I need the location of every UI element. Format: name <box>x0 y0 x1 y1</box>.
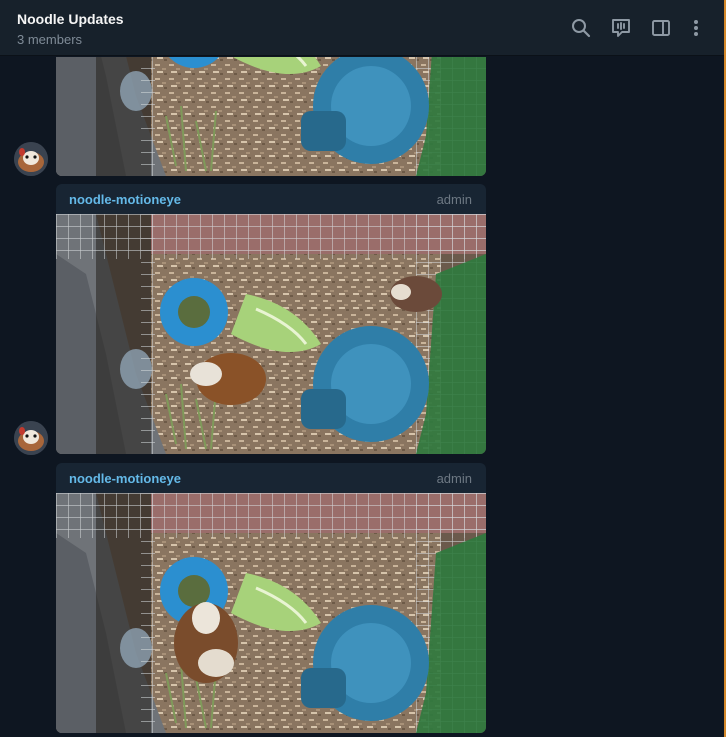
role-badge: admin <box>436 192 472 207</box>
chat-title[interactable]: Noodle Updates <box>17 11 124 27</box>
search-button[interactable] <box>567 14 595 42</box>
message-header: noodle-motioneye admin <box>56 184 486 214</box>
chat-header: Noodle Updates 3 members <box>0 0 724 56</box>
guinea-pig-avatar-icon <box>14 421 48 455</box>
camera-snapshot-image[interactable] <box>56 57 486 176</box>
avatar[interactable] <box>14 421 48 455</box>
message-bubble[interactable]: noodle-motioneye admin <box>56 184 486 454</box>
search-icon <box>572 19 591 38</box>
message-bubble[interactable]: noodle-motioneye admin <box>56 463 486 733</box>
camera-snapshot-image[interactable] <box>56 214 486 454</box>
camera-snapshot-image[interactable] <box>56 493 486 733</box>
message-bubble[interactable] <box>56 57 486 176</box>
message-header: noodle-motioneye admin <box>56 463 486 493</box>
sender-name[interactable]: noodle-motioneye <box>69 471 181 486</box>
guinea-pig-avatar-icon <box>14 142 48 176</box>
more-menu-button[interactable] <box>682 14 710 42</box>
live-chat-button[interactable] <box>607 14 635 42</box>
sidebar-toggle-icon <box>652 20 670 36</box>
avatar[interactable] <box>14 142 48 176</box>
more-vertical-icon <box>694 20 698 36</box>
sidebar-toggle-button[interactable] <box>647 14 675 42</box>
member-count: 3 members <box>17 32 83 47</box>
sender-name[interactable]: noodle-motioneye <box>69 192 181 207</box>
role-badge: admin <box>436 471 472 486</box>
live-chat-icon <box>612 19 630 37</box>
message-feed[interactable]: noodle-motioneye admin noodle-motioneye … <box>0 57 724 737</box>
